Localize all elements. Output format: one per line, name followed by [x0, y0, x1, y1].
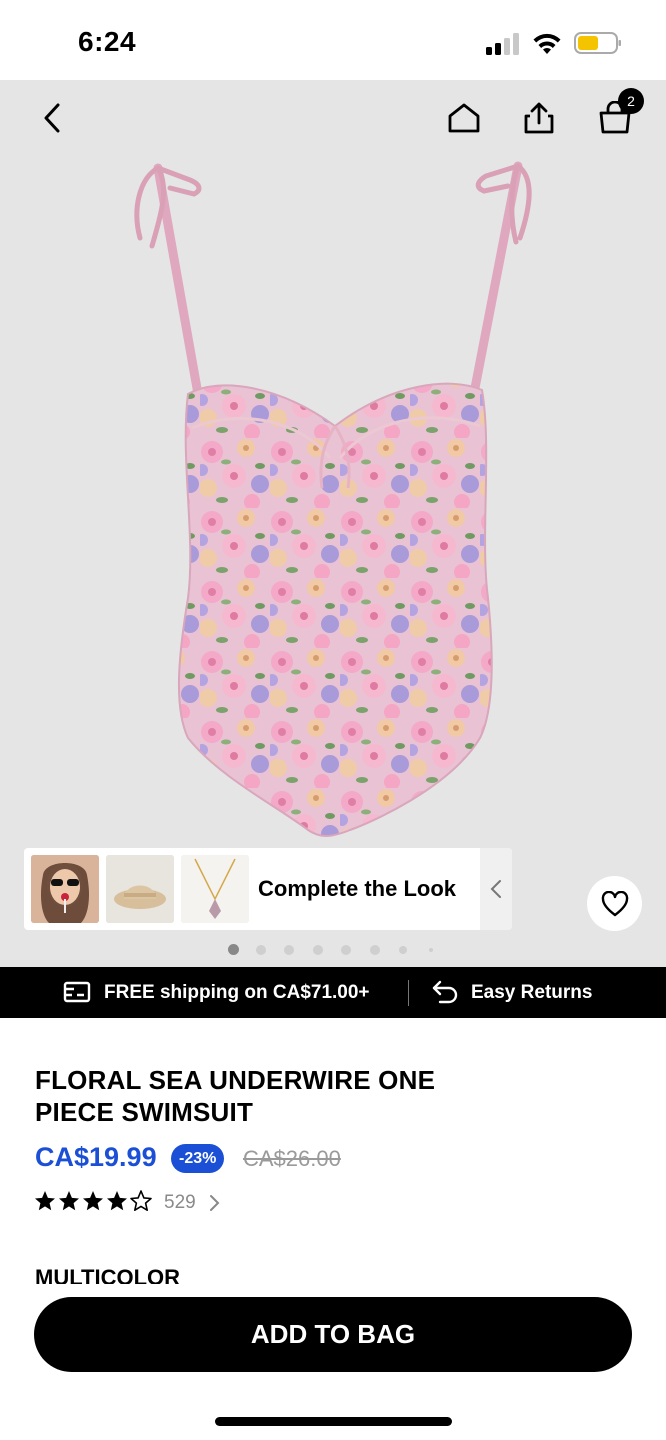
sale-price: CA$19.99 — [35, 1142, 157, 1172]
wishlist-button[interactable] — [587, 876, 642, 931]
add-to-bag-button[interactable]: ADD TO BAG — [34, 1297, 632, 1372]
status-bar: 6:24 — [0, 0, 666, 80]
bag-count-badge: 2 — [618, 88, 644, 114]
pagination-dot[interactable] — [429, 948, 433, 952]
pagination-dot[interactable] — [370, 945, 380, 955]
wifi-icon — [533, 33, 561, 54]
collapse-look-button[interactable] — [480, 848, 512, 930]
look-thumbnail-model[interactable] — [31, 855, 99, 923]
discount-badge: -23% — [171, 1144, 225, 1173]
share-icon — [524, 102, 554, 134]
chevron-left-icon — [490, 880, 501, 898]
pagination-dot[interactable] — [341, 945, 351, 955]
heart-icon — [601, 890, 628, 916]
signal-icon — [486, 33, 519, 55]
look-thumbnail-necklace[interactable] — [181, 855, 249, 923]
free-shipping-text: FREE shipping on CA$71.00+ — [104, 982, 370, 1003]
star-icon — [35, 1191, 127, 1211]
pagination-dot[interactable] — [399, 946, 407, 954]
pagination-dot-active[interactable] — [228, 944, 239, 955]
pagination-dot[interactable] — [313, 945, 323, 955]
complete-the-look-title: Complete the Look — [258, 876, 457, 901]
battery-icon — [574, 32, 621, 54]
review-count[interactable]: 529 — [164, 1192, 196, 1214]
look-thumbnail-hat[interactable] — [106, 855, 174, 923]
complete-the-look-panel[interactable]: Complete the Look — [24, 848, 512, 930]
product-title: FLORAL SEA UNDERWIRE ONE PIECE SWIMSUIT — [35, 1065, 436, 1127]
home-button[interactable] — [442, 96, 486, 140]
back-button[interactable] — [30, 96, 74, 140]
share-button[interactable] — [517, 96, 561, 140]
original-price: CA$26.00 — [243, 1146, 341, 1171]
shipping-icon — [63, 981, 91, 1003]
product-image[interactable] — [130, 158, 540, 848]
rating-stars[interactable] — [35, 1190, 153, 1214]
home-indicator[interactable] — [215, 1417, 452, 1426]
pagination-dot[interactable] — [284, 945, 294, 955]
chevron-right-icon[interactable] — [206, 1193, 222, 1213]
color-label: MULTICOLOR — [35, 1265, 181, 1284]
back-arrow-icon — [44, 103, 60, 133]
pagination-dot[interactable] — [256, 945, 266, 955]
home-icon — [448, 103, 480, 133]
shipping-banner[interactable]: FREE shipping on CA$71.00+ Easy Returns — [0, 967, 666, 1018]
status-time: 6:24 — [78, 26, 137, 57]
product-gallery[interactable]: 2 Complete the Look — [0, 80, 666, 968]
easy-returns-text: Easy Returns — [471, 982, 593, 1003]
gallery-pagination — [0, 942, 666, 956]
banner-divider — [408, 980, 409, 1006]
return-arrow-icon — [432, 980, 458, 1004]
